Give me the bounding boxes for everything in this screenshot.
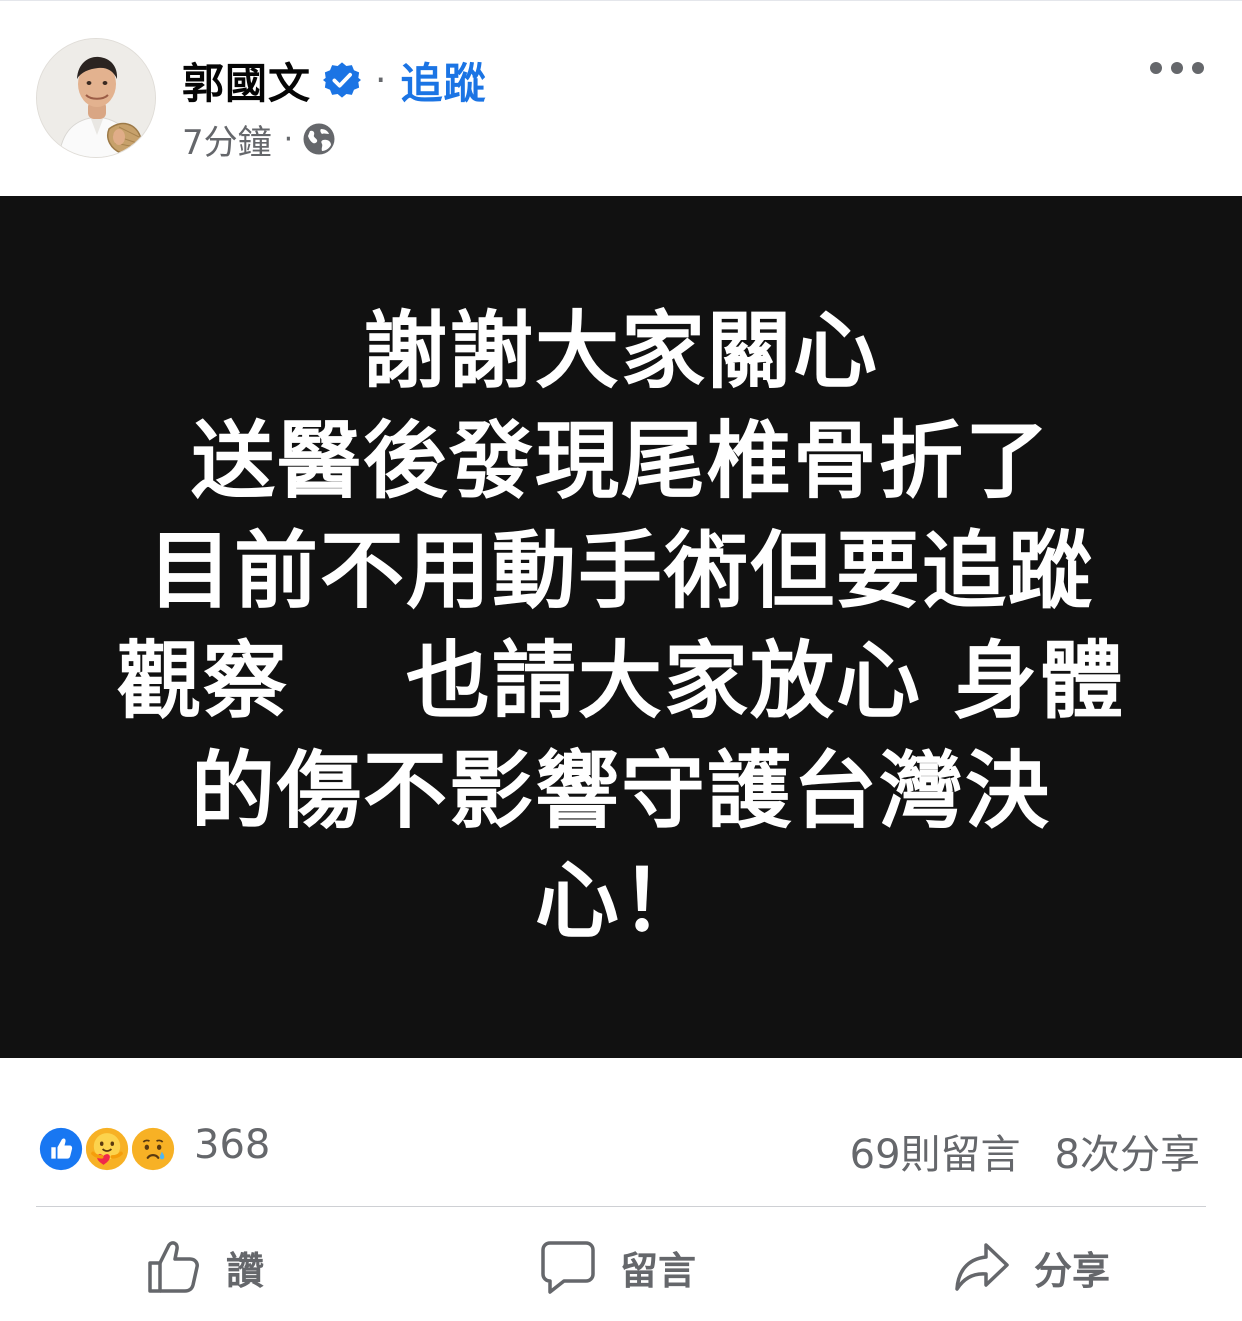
sad-reaction-icon	[128, 1124, 178, 1174]
globe-icon[interactable]	[301, 121, 337, 157]
post-image-line: 目前不用動手術但要追蹤	[147, 522, 1094, 620]
comment-icon	[541, 1241, 595, 1294]
engagement-counts: 69則留言 8次分享	[850, 1122, 1200, 1180]
verified-badge-icon	[323, 62, 362, 98]
comment-button[interactable]: 留言	[540, 1237, 696, 1297]
name-separator: ·	[375, 59, 387, 101]
meta-separator: ·	[283, 121, 294, 157]
post-timestamp[interactable]: 7分鐘	[182, 115, 272, 164]
like-label: 讚	[226, 1248, 265, 1293]
post-meta: 7分鐘 ·	[182, 115, 337, 164]
more-dot-icon	[1171, 62, 1183, 74]
follow-button[interactable]: 追蹤	[400, 50, 486, 111]
post-image[interactable]: 謝謝大家關心 送醫後發現尾椎骨折了 目前不用動手術但要追蹤 觀察 也請大家放心 …	[0, 196, 1242, 1058]
post-header: 郭國文 · 追蹤 7分鐘 ·	[0, 0, 1242, 196]
author-avatar[interactable]	[36, 38, 156, 158]
reaction-count[interactable]: 368	[194, 1122, 270, 1168]
comment-label: 留言	[620, 1248, 697, 1293]
share-count[interactable]: 8次分享	[1055, 1122, 1200, 1180]
comment-count[interactable]: 69則留言	[850, 1122, 1021, 1180]
share-icon	[955, 1243, 1009, 1291]
post-actions: 讚 留言 分享	[0, 1207, 1242, 1321]
author-name[interactable]: 郭國文	[182, 50, 311, 111]
engagement-bar: 368 69則留言 8次分享	[0, 1058, 1242, 1206]
like-reaction-icon	[36, 1124, 86, 1174]
reaction-icons[interactable]	[36, 1124, 184, 1176]
post-image-line: 心！	[534, 852, 707, 950]
post-image-line: 的傷不影響守護台灣決	[190, 742, 1051, 840]
post-image-line: 送醫後發現尾椎骨折了	[190, 412, 1051, 510]
author-row: 郭國文 · 追蹤	[182, 50, 486, 110]
care-reaction-icon	[82, 1124, 132, 1174]
post-image-text: 謝謝大家關心 送醫後發現尾椎骨折了 目前不用動手術但要追蹤 觀察 也請大家放心 …	[0, 296, 1242, 956]
post-image-line: 觀察 也請大家放心 身體	[116, 632, 1126, 730]
post-image-line: 謝謝大家關心	[362, 302, 879, 400]
author-avatar-image	[37, 39, 155, 157]
more-dot-icon	[1150, 62, 1162, 74]
share-button[interactable]: 分享	[954, 1237, 1110, 1297]
more-options-button[interactable]	[1150, 52, 1204, 84]
share-label: 分享	[1034, 1248, 1111, 1293]
thumbs-up-icon	[148, 1241, 199, 1293]
like-button[interactable]: 讚	[146, 1237, 264, 1297]
more-dot-icon	[1192, 62, 1204, 74]
